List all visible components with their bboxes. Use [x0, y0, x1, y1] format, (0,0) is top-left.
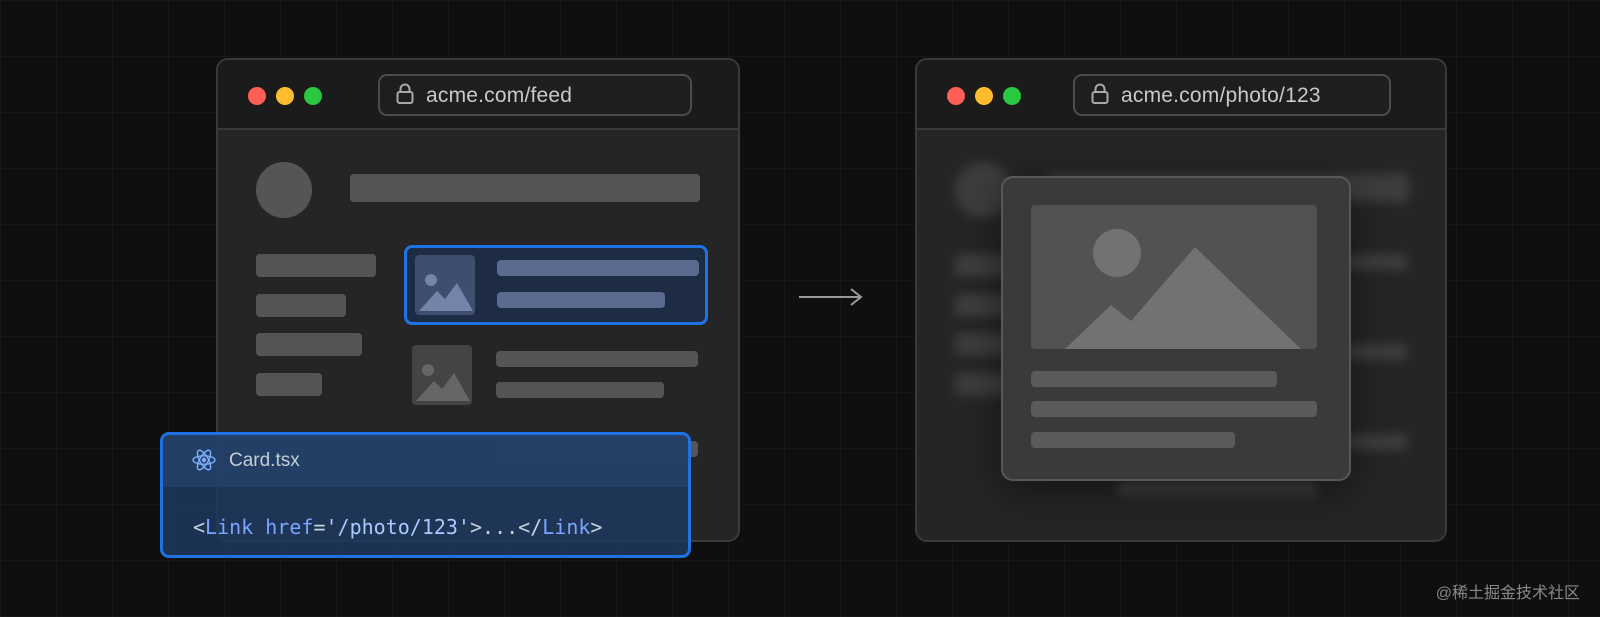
- code-snippet: <Link href='/photo/123'>...</Link>: [193, 515, 602, 539]
- image-icon: [1031, 205, 1317, 349]
- code-token: >: [590, 515, 603, 539]
- watermark: @稀土掘金技术社区: [1435, 585, 1580, 602]
- browser-titlebar: acme.com/feed: [218, 60, 738, 130]
- sidebar-line: [256, 373, 322, 396]
- card-subtitle-line: [496, 382, 664, 398]
- close-dot[interactable]: [248, 87, 266, 105]
- url-bar[interactable]: acme.com/photo/123: [1073, 74, 1391, 116]
- code-token: =: [313, 515, 326, 539]
- minimize-dot[interactable]: [276, 87, 294, 105]
- image-icon: [412, 345, 472, 405]
- code-card: Card.tsx <Link href='/photo/123'>...</Li…: [160, 432, 691, 558]
- sidebar-line: [256, 294, 346, 317]
- photo-modal[interactable]: [1001, 176, 1351, 481]
- code-token: </: [518, 515, 543, 539]
- card-subtitle-line: [497, 292, 665, 308]
- url-text: acme.com/feed: [426, 84, 573, 107]
- code-token: >...: [469, 515, 519, 539]
- browser-titlebar: acme.com/photo/123: [917, 60, 1445, 130]
- maximize-dot[interactable]: [1003, 87, 1021, 105]
- maximize-dot[interactable]: [304, 87, 322, 105]
- sidebar-line: [256, 333, 362, 356]
- code-token: Link: [205, 515, 254, 539]
- lock-icon: [396, 83, 414, 110]
- code-card-header: Card.tsx: [163, 435, 688, 487]
- sidebar-line: [256, 254, 376, 277]
- code-token: href: [253, 515, 314, 539]
- modal-line: [1031, 401, 1317, 417]
- image-icon: [415, 255, 475, 315]
- minimize-dot[interactable]: [975, 87, 993, 105]
- arrow-right-icon: [797, 287, 865, 312]
- code-token: '/photo/123': [325, 515, 470, 539]
- code-token: Link: [542, 515, 591, 539]
- react-icon: [191, 447, 217, 478]
- card-title-line: [496, 351, 698, 367]
- url-text: acme.com/photo/123: [1121, 84, 1321, 107]
- lock-icon: [1091, 83, 1109, 110]
- close-dot[interactable]: [947, 87, 965, 105]
- header-line: [350, 174, 700, 202]
- highlighted-card[interactable]: [404, 245, 708, 325]
- card-title-line: [497, 260, 699, 276]
- code-token: <: [193, 515, 206, 539]
- url-bar[interactable]: acme.com/feed: [378, 74, 692, 116]
- modal-line: [1031, 371, 1277, 387]
- code-filename: Card.tsx: [229, 450, 300, 471]
- avatar: [256, 162, 312, 218]
- modal-line: [1031, 432, 1235, 448]
